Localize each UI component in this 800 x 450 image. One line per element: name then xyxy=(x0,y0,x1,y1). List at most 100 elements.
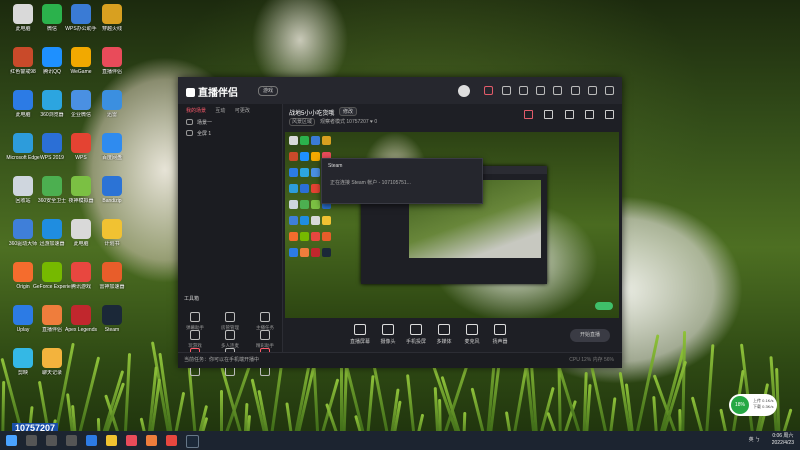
tool-item[interactable]: 精彩助手 xyxy=(248,330,282,349)
tool-icon xyxy=(260,312,270,322)
browser-taskbar-icon[interactable] xyxy=(146,435,157,446)
minimize-icon[interactable] xyxy=(570,86,580,95)
live-companion-window: 直播伴侣 游戏 我的场景 互动 可更改 场景一 全屏 1 工具箱 弹幕助手 房管管… xyxy=(178,77,622,376)
desktop-icon[interactable]: 雷神加速器 xyxy=(93,262,131,290)
app-icon xyxy=(42,133,62,153)
preview-app-icon xyxy=(311,200,320,209)
app-icon xyxy=(42,305,62,325)
status-stats: CPU 12% 内存 56% xyxy=(569,357,614,363)
clock-date: 2022/4/23 xyxy=(771,440,794,446)
desktop-icon-label: Bandizip xyxy=(102,198,122,204)
start-icon[interactable] xyxy=(6,435,17,446)
titlebar-icons xyxy=(452,85,614,97)
region-pill[interactable]: 风景区域 xyxy=(289,118,316,126)
layout-icon[interactable] xyxy=(564,110,574,119)
widget-percent: 18% xyxy=(731,396,749,414)
share-icon[interactable] xyxy=(605,110,614,119)
window-titlebar[interactable]: 直播伴侣 游戏 xyxy=(178,77,622,104)
tool-item[interactable]: 玩游戏 xyxy=(178,330,212,349)
desktop-icon[interactable]: 穿越火线 xyxy=(93,4,131,32)
desktop-icon[interactable]: 计划书 xyxy=(93,219,131,247)
widgets-icon[interactable] xyxy=(66,435,77,446)
speaker-button[interactable]: 扬声器 xyxy=(485,324,515,345)
control-label: 手机投屏 xyxy=(405,339,426,345)
desktop-icon-label: 穿越火线 xyxy=(101,26,122,32)
tab-my-scenes[interactable]: 我的场景 xyxy=(186,104,206,118)
skin-icon[interactable] xyxy=(536,86,546,95)
tool-item[interactable]: 房管管理 xyxy=(213,312,247,331)
main-toolbar-icons xyxy=(515,110,614,121)
tab-editable[interactable]: 可更改 xyxy=(235,104,250,118)
maximize-icon[interactable] xyxy=(587,86,597,95)
app-icon xyxy=(13,47,33,67)
app-icon xyxy=(102,4,122,24)
preview-app-icon xyxy=(300,248,309,257)
clock[interactable]: 0:06 周六 2022/4/23 xyxy=(772,433,794,447)
scene-item[interactable]: 全屏 1 xyxy=(178,129,282,140)
start-live-button[interactable]: 开始直播 xyxy=(570,329,610,342)
tab-interact[interactable]: 互动 xyxy=(215,104,225,118)
desktop-icon[interactable]: Steam xyxy=(93,305,131,333)
stream-preview[interactable]: Steam 正在连接 Steam 帐户 - 107105751... xyxy=(285,132,619,318)
tool-item[interactable]: 多人连麦 xyxy=(213,330,247,349)
tool-icon xyxy=(190,330,200,340)
preview-app-icon xyxy=(289,136,298,145)
screen-button[interactable]: 直播屏幕 xyxy=(345,324,375,345)
app-icon xyxy=(42,4,62,24)
live-companion-taskbar-icon[interactable] xyxy=(166,435,177,446)
preview-app-icon xyxy=(289,248,298,257)
message-icon[interactable] xyxy=(484,86,494,95)
close-icon[interactable] xyxy=(605,86,614,95)
room-tag[interactable]: 修改 xyxy=(339,107,358,116)
tool-item[interactable]: 弹幕助手 xyxy=(178,312,212,331)
network-speed-widget[interactable]: 18% 上传 0.1K/s 下载 0.3K/s xyxy=(729,394,777,416)
scene-label: 全屏 1 xyxy=(197,131,212,137)
room-title[interactable]: 战地5小小吃货哦 xyxy=(289,108,334,117)
app-icon xyxy=(102,262,122,282)
avatar[interactable] xyxy=(458,85,471,97)
app-icon xyxy=(102,133,122,153)
control-label: 扬声器 xyxy=(492,339,508,345)
camera-button[interactable]: 摄像头 xyxy=(373,324,403,345)
edge-taskbar-icon[interactable] xyxy=(86,435,97,446)
eye-icon[interactable] xyxy=(186,119,193,125)
gift-icon[interactable] xyxy=(501,86,511,95)
app-icon xyxy=(71,90,91,110)
app-icon xyxy=(71,133,91,153)
preview-app-icon xyxy=(289,168,298,177)
desktop-icon[interactable]: 直播伴侣 xyxy=(93,47,131,75)
preview-app-icon xyxy=(300,152,309,161)
microphone-button[interactable]: 麦克风 xyxy=(457,324,487,345)
clock-time: 0:06 周六 xyxy=(772,433,794,439)
explorer-taskbar-icon[interactable] xyxy=(106,435,117,446)
media-button[interactable]: 多媒体 xyxy=(429,324,459,345)
search-icon[interactable] xyxy=(26,435,37,446)
preview-app-icon xyxy=(300,216,309,225)
mode-badge[interactable]: 游戏 xyxy=(258,86,278,96)
app-icon xyxy=(71,47,91,67)
app-icon xyxy=(13,262,33,282)
preview-toggle[interactable] xyxy=(595,302,613,310)
system-tray[interactable]: 英 ㄅ xyxy=(749,436,760,443)
menu-icon[interactable] xyxy=(553,86,563,95)
microphone-icon xyxy=(466,324,478,335)
steam-taskbar-icon[interactable] xyxy=(186,435,199,448)
tool-item[interactable]: 主播任务 xyxy=(248,312,282,331)
desktop-icon[interactable]: 聊天记录 xyxy=(33,348,71,376)
phone-cast-button[interactable]: 手机投屏 xyxy=(401,324,431,345)
app-taskbar-icon[interactable] xyxy=(126,435,137,446)
app-icon xyxy=(13,133,33,153)
app-icon xyxy=(13,348,33,368)
eye-icon[interactable] xyxy=(186,130,193,136)
desktop-icon[interactable]: Bandizip xyxy=(93,176,131,204)
desktop-icon[interactable]: 迅雷 xyxy=(93,90,131,118)
tool-icon xyxy=(225,312,235,322)
shop-icon[interactable] xyxy=(518,86,528,95)
gift-box-icon[interactable] xyxy=(524,110,534,119)
cart-icon[interactable] xyxy=(544,110,554,119)
scene-item[interactable]: 场景一 xyxy=(178,118,282,129)
desktop-icon[interactable]: 百度网盘 xyxy=(93,133,131,161)
settings-icon[interactable] xyxy=(584,110,594,119)
preview-app-icon xyxy=(311,136,320,145)
task-view-icon[interactable] xyxy=(46,435,57,446)
